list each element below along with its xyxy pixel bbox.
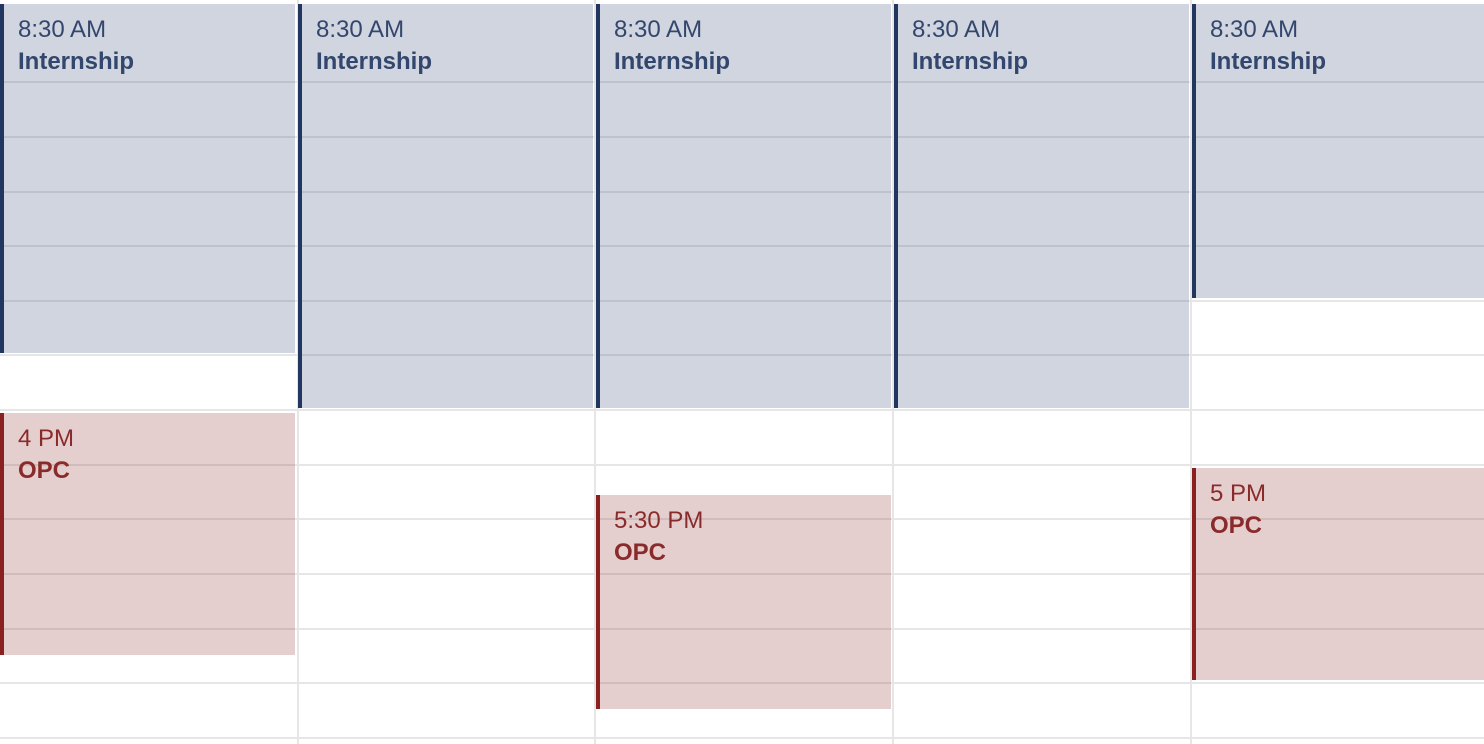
event-opc[interactable]: 5:30 PM OPC [596,495,891,709]
grid-line [0,737,1484,739]
event-title: Internship [18,48,135,75]
event-internship[interactable]: 8:30 AM Internship [894,4,1189,408]
event-title: OPC [614,539,667,566]
event-time: 5 PM [1210,480,1267,507]
event-time: 8:30 AM [18,16,107,43]
event-title: OPC [18,457,71,484]
event-internship[interactable]: 8:30 AM Internship [1192,4,1484,298]
event-time: 8:30 AM [614,16,703,43]
event-title: Internship [1210,48,1327,75]
event-title: OPC [1210,512,1263,539]
event-opc[interactable]: 4 PM OPC [0,413,295,655]
event-title: Internship [614,48,731,75]
event-time: 8:30 AM [1210,16,1299,43]
event-title: Internship [912,48,1029,75]
event-internship[interactable]: 8:30 AM Internship [596,4,891,408]
event-title: Internship [316,48,433,75]
grid-line [0,409,1484,411]
event-internship[interactable]: 8:30 AM Internship [0,4,295,353]
event-time: 8:30 AM [912,16,1001,43]
event-time: 5:30 PM [614,507,704,534]
event-opc[interactable]: 5 PM OPC [1192,468,1484,680]
event-time: 8:30 AM [316,16,405,43]
event-time: 4 PM [18,425,75,452]
event-internship[interactable]: 8:30 AM Internship [298,4,593,408]
